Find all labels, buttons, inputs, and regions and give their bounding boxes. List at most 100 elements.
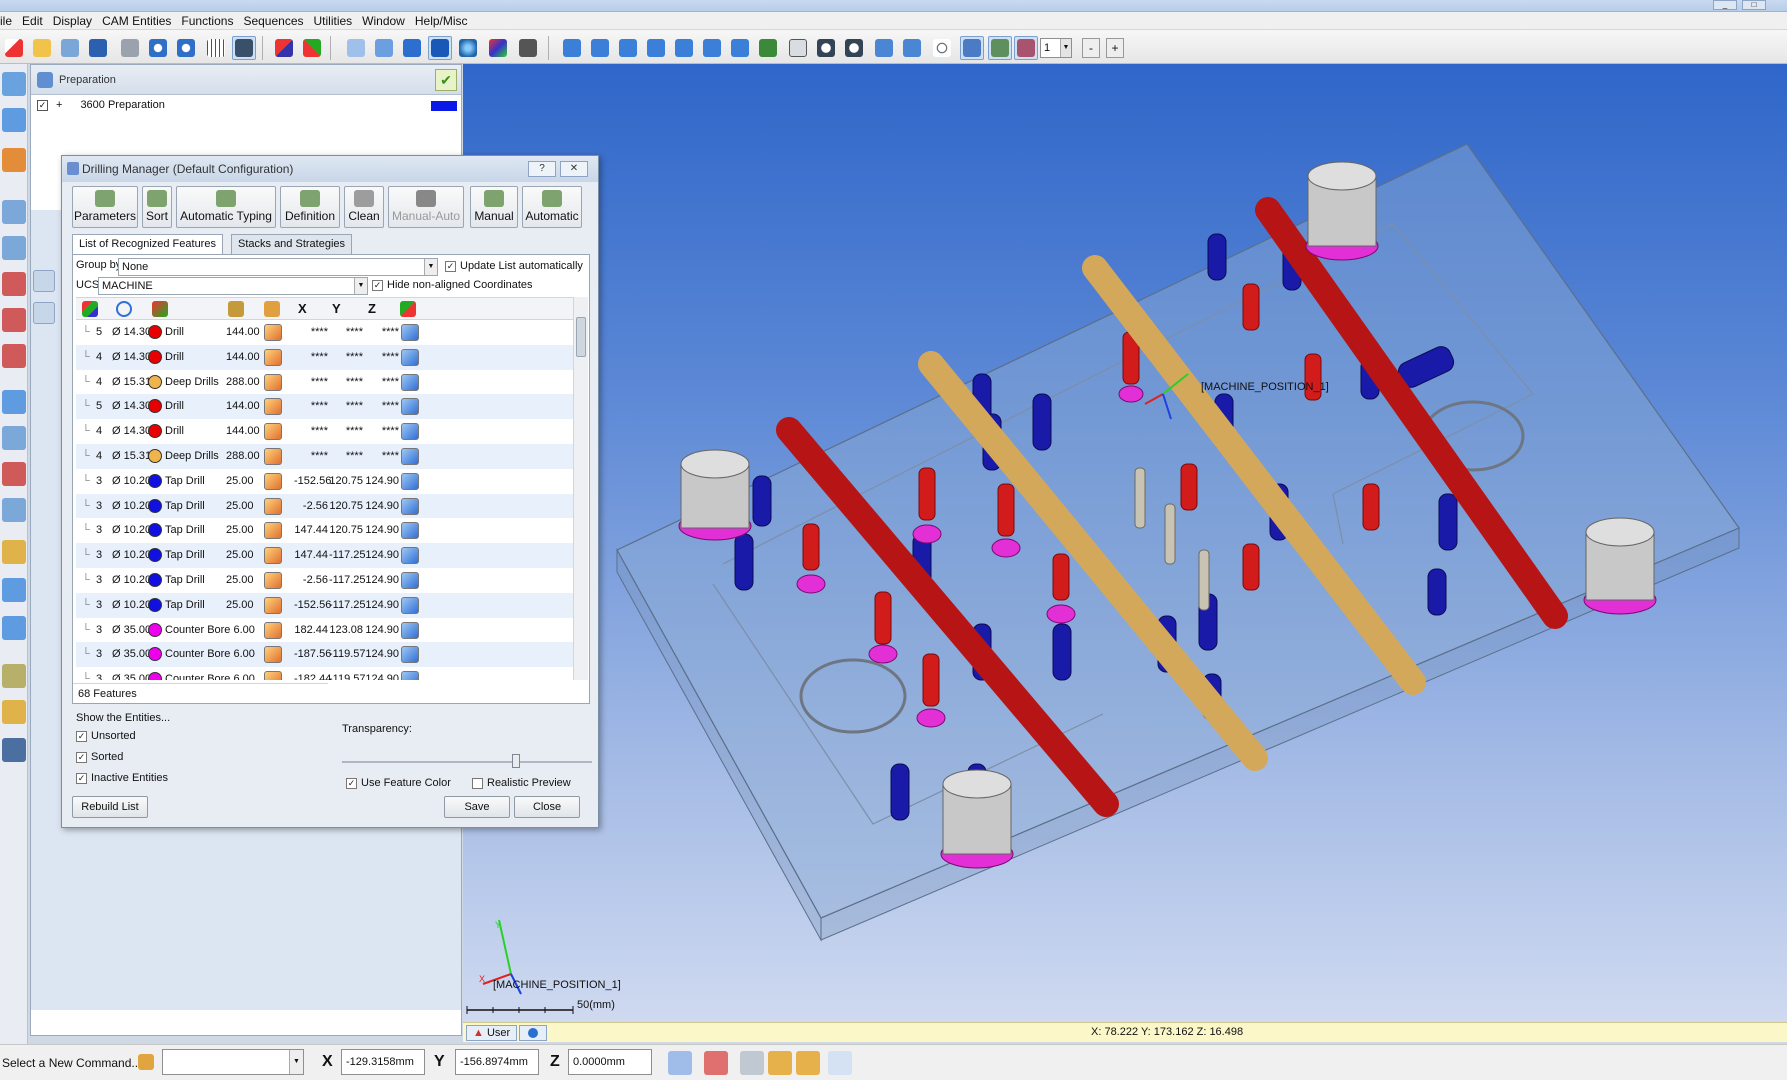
checkbox-icon[interactable]: ✓ [346, 777, 357, 789]
depth-column-icon[interactable] [228, 301, 244, 317]
color-cube-icon[interactable] [486, 36, 510, 60]
table-row[interactable]: └ 3 Ø 10.20 Tap Drill 25.00 -2.56 120.75 124.90 [76, 493, 573, 519]
grid-scrollbar[interactable] [573, 297, 588, 680]
menu-edit[interactable]: Edit [17, 14, 48, 28]
drill-feature[interactable] [1242, 283, 1260, 331]
drill-feature[interactable] [1304, 353, 1322, 401]
select-tool-icon[interactable] [704, 1051, 728, 1075]
transparency-slider[interactable] [342, 754, 592, 768]
drill-feature[interactable] [997, 483, 1015, 537]
pick-icon[interactable] [668, 1051, 692, 1075]
counter-bore-feature[interactable] [796, 574, 826, 594]
machining-icon[interactable] [264, 646, 282, 664]
slider-knob[interactable] [511, 754, 520, 768]
command-icon[interactable] [138, 1054, 154, 1070]
table-row[interactable]: └ 3 Ø 35.00 Counter Bore 6.00 -187.56 -119.57… [76, 642, 573, 668]
status-cube-icon[interactable] [401, 348, 419, 366]
tap-drill-feature[interactable] [890, 763, 910, 821]
expand-icon[interactable]: + [56, 99, 62, 111]
machining-icon[interactable] [264, 571, 282, 589]
x-coordinate-field[interactable]: -129.3158mm [341, 1049, 425, 1075]
rebuild-list-button[interactable]: Rebuild List [72, 796, 148, 818]
drill-feature[interactable] [918, 467, 936, 521]
3d-viewport[interactable]: [MACHINE_POSITION_1] Y X [MACHINE_POSITI… [463, 64, 1787, 1022]
unsorted-checkbox[interactable]: ✓ Unsorted [76, 730, 136, 742]
model-view[interactable]: [MACHINE_POSITION_1] Y X [MACHINE_POSITI… [463, 64, 1787, 1022]
parameters-button[interactable]: Parameters [72, 186, 138, 228]
new-icon[interactable] [2, 36, 26, 60]
group-by-select[interactable]: None ▼ [118, 258, 438, 276]
ucs-select[interactable]: MACHINE ▼ [98, 277, 368, 295]
tap-drill-feature[interactable] [1052, 623, 1072, 681]
machining-icon[interactable] [264, 472, 282, 490]
use-feature-color-checkbox[interactable]: ✓ Use Feature Color [346, 777, 451, 789]
status-cube-icon[interactable] [401, 522, 419, 540]
zoom-combo[interactable]: 1 ▼ [1040, 38, 1072, 58]
axis-column-icon[interactable] [82, 301, 98, 317]
machining-icon[interactable] [264, 497, 282, 515]
tool-icon[interactable] [2, 498, 26, 522]
fixture-icon[interactable] [2, 148, 26, 172]
close-button[interactable]: Close [514, 796, 580, 818]
minimize-button[interactable]: _ [1713, 0, 1737, 10]
dialog-close-button[interactable]: ✕ [560, 161, 588, 177]
inactive-entities-checkbox[interactable]: ✓ Inactive Entities [76, 772, 168, 784]
probe-icon[interactable] [2, 426, 26, 450]
pocket-icon[interactable] [2, 308, 26, 332]
zoom-icon[interactable] [842, 36, 866, 60]
center-icon[interactable] [930, 36, 954, 60]
drill-feature[interactable] [802, 523, 820, 571]
validate-check-icon[interactable]: ✔ [435, 69, 457, 91]
clean-button[interactable]: Clean [344, 186, 384, 228]
report-icon[interactable] [2, 616, 26, 640]
machining-icon[interactable] [264, 348, 282, 366]
chevron-down-icon[interactable]: ▼ [289, 1050, 303, 1074]
face-mill-icon[interactable] [2, 200, 26, 224]
redo-icon[interactable] [174, 36, 198, 60]
tap-drill-feature[interactable] [752, 475, 772, 527]
status-cube-icon[interactable] [401, 447, 419, 465]
drill-feature[interactable] [1242, 543, 1260, 591]
view-front-icon[interactable] [560, 36, 584, 60]
counter-bore-feature[interactable] [912, 524, 942, 544]
ucs-icon[interactable] [272, 36, 296, 60]
status-cube-icon[interactable] [401, 646, 419, 664]
post-icon[interactable] [2, 700, 26, 724]
table-row[interactable]: └ 3 Ø 10.20 Tap Drill 25.00 147.44 -117.25 124.… [76, 543, 573, 568]
tab-recognized-features[interactable]: List of Recognized Features [72, 234, 223, 255]
table-row[interactable]: └ 3 Ø 10.20 Tap Drill 25.00 -152.56 -117.25 124… [76, 592, 573, 618]
command-input[interactable]: ▼ [162, 1049, 304, 1075]
rotate-icon[interactable] [900, 36, 924, 60]
menu-utilities[interactable]: Utilities [309, 14, 358, 28]
menu-display[interactable]: Display [48, 14, 97, 28]
sorted-checkbox[interactable]: ✓ Sorted [76, 751, 123, 763]
status-cube-icon[interactable] [401, 621, 419, 639]
zoom-minus-button[interactable]: - [1082, 38, 1100, 58]
chain-icon[interactable] [768, 1051, 792, 1075]
transform-icon[interactable] [2, 390, 26, 414]
pan-icon[interactable] [872, 36, 896, 60]
table-row[interactable]: └ 4 Ø 15.31 Deep Drills 288.00 **** **** **** [76, 443, 573, 469]
automatic-button[interactable]: Automatic [522, 186, 582, 228]
view-right-icon[interactable] [644, 36, 668, 60]
drill-feature[interactable] [874, 591, 892, 645]
counter-bore-feature[interactable] [991, 538, 1021, 558]
maximize-button[interactable]: □ [1742, 0, 1766, 10]
counter-bore-feature[interactable] [1046, 604, 1076, 624]
drill-feature[interactable] [1052, 553, 1070, 601]
chevron-down-icon[interactable]: ▼ [424, 259, 437, 275]
diameter-column-icon[interactable] [116, 301, 132, 317]
part-icon[interactable] [2, 72, 26, 96]
z-column-header[interactable]: Z [368, 301, 376, 316]
counter-bore-feature[interactable] [868, 644, 898, 664]
table-row[interactable]: └ 5 Ø 14.30 Drill 144.00 **** **** **** [76, 394, 573, 420]
machining-icon[interactable] [264, 373, 282, 391]
hole-icon[interactable] [2, 462, 26, 486]
status-column-icon[interactable] [400, 301, 416, 317]
save-icon[interactable] [86, 36, 110, 60]
machining-icon[interactable] [264, 522, 282, 540]
checkbox-icon[interactable] [472, 777, 483, 789]
table-row[interactable]: └ 5 Ø 14.30 Drill 144.00 **** **** **** [76, 320, 573, 345]
status-cube-icon[interactable] [401, 571, 419, 589]
type-column-icon[interactable] [152, 301, 168, 317]
